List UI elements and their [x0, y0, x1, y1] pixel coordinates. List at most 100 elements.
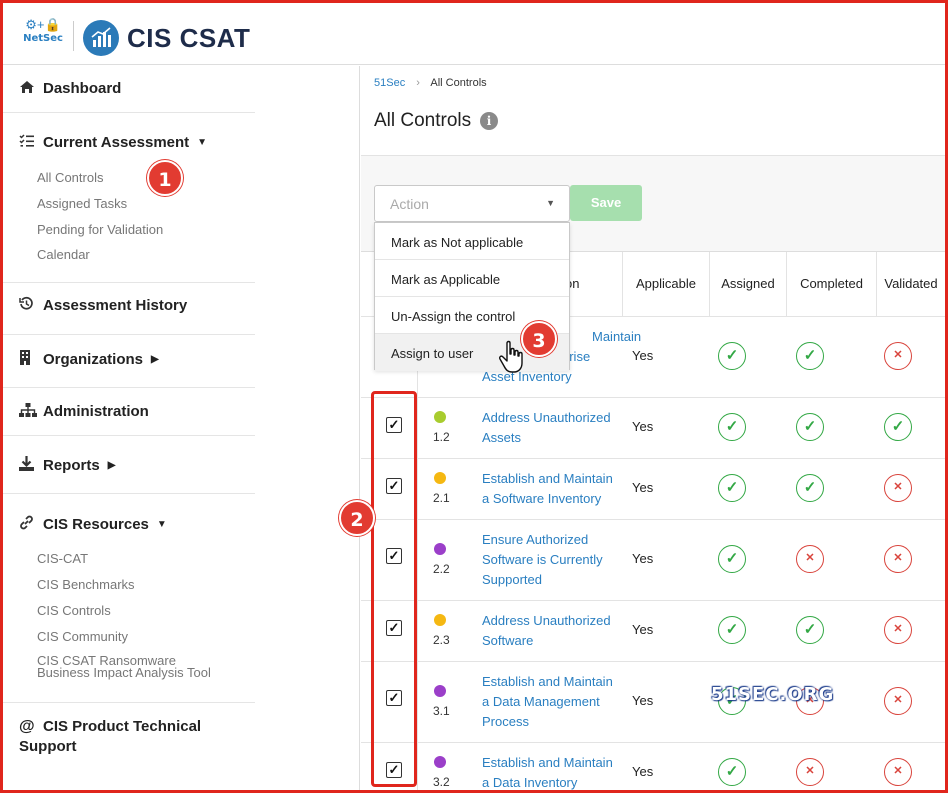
validated-x-icon[interactable]: ✕: [884, 758, 912, 786]
header-validated[interactable]: Validated: [877, 252, 945, 316]
assigned-check-icon[interactable]: ✓: [718, 413, 746, 441]
sidebar-item-cis-benchmarks[interactable]: CIS Benchmarks: [37, 577, 135, 592]
sidebar-item-cis-controls[interactable]: CIS Controls: [37, 603, 111, 618]
checkbox-highlight-box: [371, 391, 417, 787]
caret-right-icon: ▶: [107, 459, 116, 471]
completed-check-icon[interactable]: ✓: [796, 474, 824, 502]
action-select[interactable]: Action ▼: [374, 185, 570, 222]
nav-organizations[interactable]: Organizations ▶: [19, 350, 159, 368]
control-title-line: Establish and Maintain: [482, 471, 613, 486]
assigned-check-icon[interactable]: ✓: [718, 342, 746, 370]
info-icon[interactable]: i: [480, 112, 498, 130]
cell-divider: [417, 743, 418, 792]
control-title-line: Establish and Maintain: [482, 755, 613, 770]
checklist-icon: [19, 134, 43, 151]
cell-divider: [417, 601, 418, 662]
header-assigned[interactable]: Assigned: [710, 252, 787, 316]
control-id: 1.2: [433, 430, 450, 444]
validated-x-icon[interactable]: ✕: [884, 342, 912, 370]
control-title[interactable]: Establish and Maintain a Data Inventory: [482, 753, 617, 793]
control-title[interactable]: Establish and Maintain a Data Management…: [482, 672, 617, 732]
assigned-check-icon[interactable]: ✓: [718, 758, 746, 786]
control-title-line: a Data Management: [482, 694, 600, 709]
sidebar-divider: [3, 334, 255, 335]
table-row[interactable]: ✓ 3.1 Establish and Maintain a Data Mana…: [361, 661, 945, 743]
applicable-value: Yes: [632, 348, 654, 363]
sidebar-item-cis-cat[interactable]: CIS-CAT: [37, 551, 88, 566]
ig-level-dot: [434, 472, 446, 484]
breadcrumb-home[interactable]: 51Sec: [374, 77, 405, 89]
history-icon: [19, 296, 43, 314]
completed-x-icon[interactable]: ✕: [796, 545, 824, 573]
control-title[interactable]: Address Unauthorized Assets: [482, 408, 617, 448]
sidebar-item-pending-validation[interactable]: Pending for Validation: [37, 222, 163, 237]
table-row[interactable]: ✓ 1.2 Address Unauthorized Assets Yes ✓ …: [361, 397, 945, 459]
nav-product-support-line2[interactable]: Support: [19, 737, 77, 757]
validated-check-icon[interactable]: ✓: [884, 413, 912, 441]
assigned-check-icon[interactable]: ✓: [718, 616, 746, 644]
nav-reports[interactable]: Reports ▶: [19, 456, 115, 474]
control-title-line: Process: [482, 714, 529, 729]
control-id: 3.1: [433, 704, 450, 718]
sidebar-item-ransomware-tool[interactable]: CIS CSAT Ransomware Business Impact Anal…: [37, 654, 211, 680]
save-button[interactable]: Save: [570, 185, 642, 221]
completed-check-icon[interactable]: ✓: [796, 616, 824, 644]
nav-administration[interactable]: Administration: [19, 403, 149, 420]
sidebar-divider: [3, 493, 255, 494]
nav-product-support-line1: CIS Product Technical: [43, 718, 202, 735]
control-title-line: Assets: [482, 430, 522, 445]
cell-divider: [417, 662, 418, 743]
validated-x-icon[interactable]: ✕: [884, 474, 912, 502]
sidebar-item-cis-community[interactable]: CIS Community: [37, 629, 128, 644]
completed-check-icon[interactable]: ✓: [796, 413, 824, 441]
breadcrumb-current: All Controls: [430, 77, 487, 89]
control-title-line: Software is Currently: [482, 552, 603, 567]
sidebar-divider: [3, 387, 255, 388]
ransomware-tool-line2: Business Impact Analysis Tool: [37, 665, 211, 680]
control-id: 2.1: [433, 491, 450, 505]
table-row[interactable]: ✓ 2.3 Address Unauthorized Software Yes …: [361, 600, 945, 662]
validated-x-icon[interactable]: ✕: [884, 687, 912, 715]
nav-dashboard-label: Dashboard: [43, 80, 122, 97]
validated-x-icon[interactable]: ✕: [884, 616, 912, 644]
completed-x-icon[interactable]: ✕: [796, 758, 824, 786]
control-title[interactable]: Establish and Maintain a Software Invent…: [482, 469, 617, 509]
sidebar-item-calendar[interactable]: Calendar: [37, 247, 90, 262]
ig-level-dot: [434, 614, 446, 626]
caret-down-icon: ▼: [156, 518, 167, 530]
assigned-check-icon[interactable]: ✓: [718, 545, 746, 573]
control-title-line: Ensure Authorized: [482, 532, 589, 547]
nav-assessment-history[interactable]: Assessment History: [19, 296, 187, 314]
table-row[interactable]: ✓ 3.2 Establish and Maintain a Data Inve…: [361, 742, 945, 793]
control-title[interactable]: Address Unauthorized Software: [482, 611, 617, 651]
cell-divider: [417, 459, 418, 520]
completed-check-icon[interactable]: ✓: [796, 342, 824, 370]
sidebar-item-all-controls[interactable]: All Controls: [37, 170, 103, 185]
assigned-check-icon[interactable]: ✓: [718, 474, 746, 502]
table-row[interactable]: ✓ 2.1 Establish and Maintain a Software …: [361, 458, 945, 520]
ig-level-dot: [434, 411, 446, 423]
page-title: All Controls: [374, 110, 472, 131]
sidebar-item-assigned-tasks[interactable]: Assigned Tasks: [37, 196, 127, 211]
control-title[interactable]: Ensure Authorized Software is Currently …: [482, 530, 617, 590]
control-id: 2.2: [433, 562, 450, 576]
table-row[interactable]: ✓ 2.2 Ensure Authorized Software is Curr…: [361, 519, 945, 601]
nav-administration-label: Administration: [43, 403, 149, 420]
nav-cis-resources[interactable]: CIS Resources ▼: [19, 515, 167, 533]
nav-current-assessment[interactable]: Current Assessment ▼: [19, 134, 207, 151]
ig-level-dot: [434, 756, 446, 768]
netsec-logo: ⚙+🔒 NetSec: [21, 17, 65, 44]
menu-item-mark-not-applicable[interactable]: Mark as Not applicable: [375, 223, 569, 260]
header-completed[interactable]: Completed: [787, 252, 877, 316]
sidebar-divider: [3, 112, 255, 113]
cis-logo-icon: [83, 20, 119, 56]
menu-item-mark-applicable[interactable]: Mark as Applicable: [375, 260, 569, 297]
action-placeholder: Action: [390, 196, 429, 212]
nav-dashboard[interactable]: Dashboard: [19, 80, 121, 97]
header-applicable[interactable]: Applicable: [623, 252, 710, 316]
validated-x-icon[interactable]: ✕: [884, 545, 912, 573]
nav-assessment-history-label: Assessment History: [43, 296, 188, 314]
annotation-badge-3: 3: [521, 321, 557, 357]
nav-product-support[interactable]: @ CIS Product Technical: [19, 717, 201, 737]
applicable-value: Yes: [632, 764, 654, 779]
